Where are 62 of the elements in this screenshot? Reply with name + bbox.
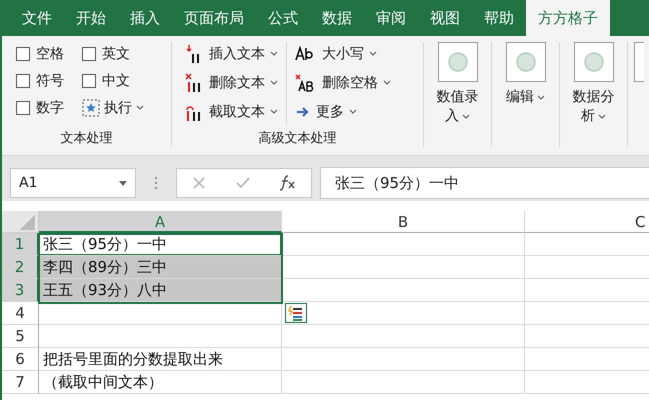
caret-icon (383, 80, 391, 86)
ribbon-tab[interactable]: 审阅 (364, 0, 418, 36)
name-box[interactable]: A1 (10, 168, 136, 198)
menu-button[interactable]: 大小写 (295, 42, 391, 66)
quick-analysis-icon[interactable] (285, 303, 307, 323)
select-all-corner[interactable] (2, 211, 39, 233)
ribbon-tab[interactable]: 文件 (10, 0, 64, 36)
caret-icon (598, 114, 606, 120)
ribbon-tab[interactable]: 帮助 (472, 0, 526, 36)
caret-icon (270, 109, 278, 115)
cancel-icon[interactable] (191, 175, 207, 191)
row-header[interactable]: 5 (2, 325, 39, 348)
menu-button[interactable]: 删除空格 (295, 71, 391, 95)
ribbon-tab[interactable]: 数据 (310, 0, 364, 36)
group-label: 高级文本处理 (258, 130, 338, 147)
menu-button[interactable]: 更多 (295, 100, 391, 124)
ribbon-tab[interactable]: 开始 (64, 0, 118, 36)
row-header[interactable]: 6 (2, 348, 39, 371)
caret-icon (136, 105, 144, 111)
table-cell[interactable]: 王五（93分）八中 (39, 279, 282, 302)
drag-handle-icon[interactable] (154, 176, 158, 190)
check-icon[interactable] (235, 175, 251, 191)
checkbox[interactable]: 符号 (16, 72, 82, 90)
caret-icon (462, 114, 470, 120)
caret-icon (349, 109, 357, 115)
ribbon-tab[interactable]: 插入 (118, 0, 172, 36)
column-header[interactable]: A (39, 211, 282, 233)
group-label: 文本处理 (60, 130, 114, 147)
table-cell[interactable]: 张三（95分）一中 (39, 233, 282, 256)
checkbox[interactable]: 中文 (82, 72, 172, 90)
ribbon-tab[interactable]: 页面布局 (172, 0, 256, 36)
checkbox[interactable]: 空格 (16, 45, 82, 63)
ribbon-large-button[interactable]: 数据分析 (564, 42, 624, 126)
row-header[interactable]: 2 (2, 256, 39, 279)
checkbox[interactable]: 英文 (82, 45, 172, 63)
table-cell[interactable]: （截取中间文本） (39, 371, 282, 394)
ribbon-button-icon[interactable] (634, 42, 644, 82)
row-header[interactable]: 1 (2, 233, 39, 256)
column-header[interactable]: B (282, 211, 525, 233)
menu-button[interactable]: 删除文本 (184, 71, 278, 95)
menu-button[interactable]: 截取文本 (184, 100, 278, 124)
ribbon-large-button[interactable]: 数值录入 (428, 42, 488, 126)
row-header[interactable]: 4 (2, 302, 39, 325)
caret-icon (270, 80, 278, 86)
function-icon[interactable] (279, 175, 297, 191)
table-cell[interactable]: 李四（89分）三中 (39, 256, 282, 279)
dropdown-arrow-icon[interactable] (119, 180, 127, 186)
ribbon-tab[interactable]: 公式 (256, 0, 310, 36)
checkbox[interactable]: 数字 (16, 99, 82, 117)
row-header[interactable]: 3 (2, 279, 39, 302)
menu-button[interactable]: 插入文本 (184, 42, 278, 66)
caret-icon (270, 51, 278, 57)
caret-icon (537, 95, 545, 101)
formula-field[interactable]: 张三（95分）一中 (320, 167, 649, 199)
row-header[interactable]: 7 (2, 371, 39, 394)
ribbon-tab[interactable]: 方方格子 (526, 0, 610, 36)
table-cell[interactable]: 把括号里面的分数提取出来 (39, 348, 282, 371)
execute-button[interactable]: 执行 (82, 99, 172, 117)
caret-icon (369, 51, 377, 57)
arrow-icon (295, 105, 311, 119)
ribbon-large-button[interactable]: 编辑 (496, 42, 556, 107)
ribbon-tab[interactable]: 视图 (418, 0, 472, 36)
